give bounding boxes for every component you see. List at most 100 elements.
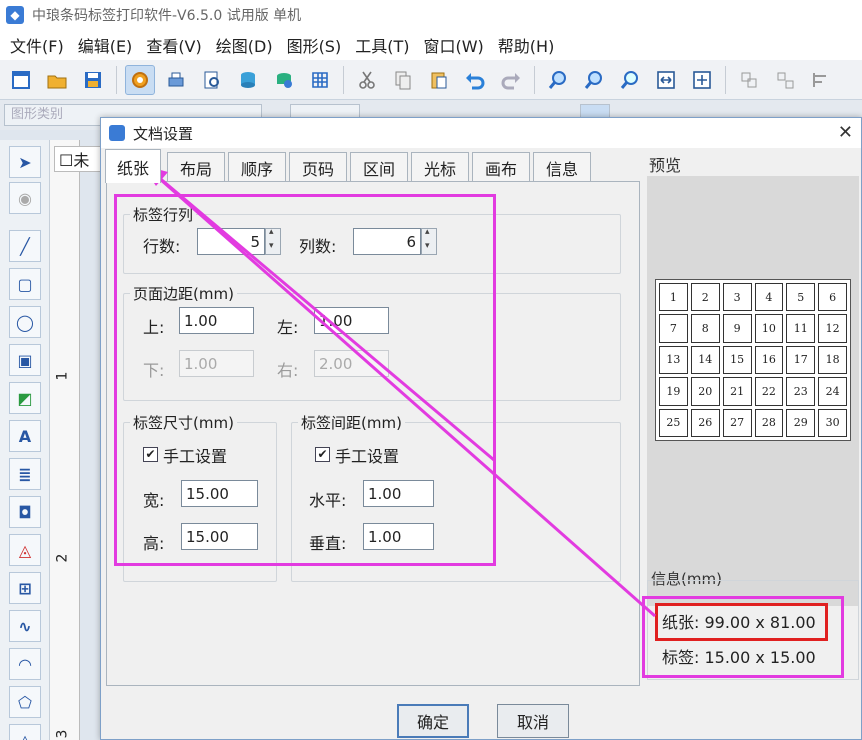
preview-cell: 16: [754, 345, 784, 375]
print-setup-button[interactable]: [161, 65, 191, 95]
magnifier-icon: [620, 70, 638, 89]
tab-paper[interactable]: 纸张: [105, 149, 161, 183]
undo-button[interactable]: [460, 65, 490, 95]
triangle-shape-button[interactable]: ◬: [9, 534, 41, 566]
ruler-number: 3: [54, 729, 71, 739]
tab-page-number[interactable]: 页码: [289, 152, 347, 182]
layout-highlight-box: [114, 194, 496, 566]
preview-label-grid: 1 2 3 4 5 6 7 8 9 10 11 12 13 14 15 16 17 18 19 20 21 22 23 24 2…: [655, 279, 851, 441]
cut-button[interactable]: [352, 65, 382, 95]
save-button[interactable]: [78, 65, 108, 95]
line-tool-button[interactable]: ╱: [9, 230, 41, 262]
new-document-icon: [12, 70, 30, 89]
menu-bar: 文件(F) 编辑(E) 查看(V) 绘图(D) 图形(S) 工具(T) 窗口(W…: [0, 30, 862, 60]
print-preview-icon: [204, 71, 219, 88]
grid-button[interactable]: [305, 65, 335, 95]
rotate-tool-button[interactable]: ◉: [9, 182, 41, 214]
save-icon: [85, 71, 101, 88]
preview-cell: 30: [818, 408, 847, 437]
ellipse-icon: ◯: [16, 312, 34, 332]
menu-draw[interactable]: 绘图(D): [210, 33, 279, 57]
paste-button[interactable]: [424, 65, 454, 95]
preview-label: 预览: [649, 156, 682, 175]
qrcode-tool-button[interactable]: ⊞: [9, 572, 41, 604]
copy-button[interactable]: [388, 65, 418, 95]
toolbar-divider: [343, 65, 344, 94]
document-checkbox-icon: ☐: [59, 151, 74, 170]
triangle-tool-button[interactable]: △: [9, 724, 41, 740]
rectangle-tool-button[interactable]: ▢: [9, 268, 41, 300]
text-tool-button[interactable]: A: [9, 420, 41, 452]
landscape-icon: ◩: [17, 388, 33, 408]
dialog-app-icon: [109, 125, 125, 141]
document-tab[interactable]: ☐未: [54, 146, 104, 172]
tab-layout[interactable]: 布局: [167, 152, 225, 182]
document-settings-button[interactable]: [125, 64, 155, 95]
preview-cell: 12: [818, 314, 847, 343]
landscape-image-button[interactable]: ◩: [9, 382, 41, 414]
tab-canvas[interactable]: 画布: [472, 152, 530, 182]
arc-tool-button[interactable]: ◠: [9, 648, 41, 680]
ok-button[interactable]: 确定: [397, 704, 469, 738]
preview-cell: 13: [659, 345, 688, 375]
app-logo-icon: ◆: [6, 6, 24, 24]
curve-tool-button[interactable]: ∿: [9, 610, 41, 642]
preview-cell: 14: [690, 345, 720, 375]
picture-icon: ▣: [17, 350, 33, 370]
redo-button[interactable]: [496, 65, 526, 95]
ruler-number: 1: [54, 371, 71, 381]
menu-view[interactable]: 查看(V): [140, 33, 207, 57]
group-icon: [741, 72, 757, 87]
ellipse-tool-button[interactable]: ◯: [9, 306, 41, 338]
data-link-button[interactable]: [269, 65, 299, 95]
preview-cell: 7: [659, 314, 688, 343]
zoom-in-button[interactable]: [543, 65, 573, 95]
toolbar-divider: [725, 65, 726, 94]
text-a-icon: A: [18, 426, 32, 446]
cancel-button[interactable]: 取消: [497, 704, 569, 738]
align-icon: [813, 72, 826, 87]
tab-cursor[interactable]: 光标: [411, 152, 469, 182]
image-tool-button[interactable]: ▣: [9, 344, 41, 376]
zoom-fit-button[interactable]: [615, 65, 645, 95]
preview-cell: 2: [690, 283, 720, 312]
preview-cell: 25: [659, 408, 688, 437]
group-button[interactable]: [734, 65, 764, 95]
preview-cell: 28: [754, 408, 784, 437]
select-tool-button[interactable]: ➤: [9, 146, 41, 178]
polygon-icon: ⬠: [18, 692, 32, 712]
menu-help[interactable]: 帮助(H): [492, 33, 561, 57]
polygon-tool-button[interactable]: ⬠: [9, 686, 41, 718]
dialog-title-bar: 文档设置 ✕: [101, 118, 861, 148]
menu-tools[interactable]: 工具(T): [349, 33, 415, 57]
fit-width-button[interactable]: [651, 65, 681, 95]
line-icon: ╱: [20, 236, 30, 256]
preview-cell: 24: [818, 377, 847, 406]
ungroup-button[interactable]: [770, 65, 800, 95]
fit-page-button[interactable]: [687, 65, 717, 95]
tab-range[interactable]: 区间: [350, 152, 408, 182]
new-document-button[interactable]: [6, 65, 36, 95]
menu-window[interactable]: 窗口(W): [417, 33, 489, 57]
rounded-shape-button[interactable]: ◘: [9, 496, 41, 528]
database-icon: [241, 71, 255, 88]
printer-icon: [168, 72, 184, 86]
print-preview-button[interactable]: [197, 65, 227, 95]
align-button[interactable]: [806, 65, 836, 95]
menu-file[interactable]: 文件(F): [4, 33, 70, 57]
menu-shape[interactable]: 图形(S): [281, 33, 348, 57]
close-icon[interactable]: ✕: [838, 122, 853, 143]
tab-info[interactable]: 信息: [533, 152, 591, 182]
zoom-out-button[interactable]: [579, 65, 609, 95]
tab-order[interactable]: 顺序: [228, 152, 286, 182]
open-button[interactable]: [42, 65, 72, 95]
fit-width-icon: [657, 70, 675, 89]
grid-icon: [312, 71, 328, 88]
database-button[interactable]: [233, 65, 263, 95]
preview-cell: 19: [659, 377, 688, 406]
menu-edit[interactable]: 编辑(E): [72, 33, 139, 57]
rounded-square-icon: ◘: [18, 502, 32, 522]
preview-cell: 1: [659, 283, 688, 312]
preview-cell: 11: [786, 314, 816, 343]
barcode-tool-button[interactable]: ≣: [9, 458, 41, 490]
